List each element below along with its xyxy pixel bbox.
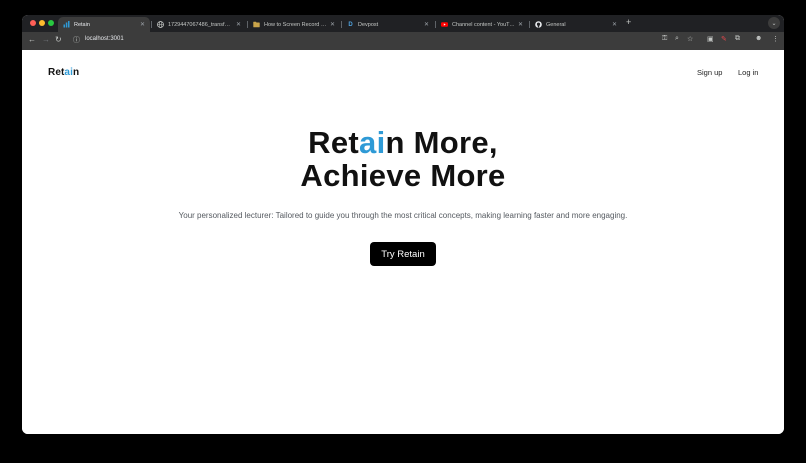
tab-devpost[interactable]: D Devpost ✕ <box>342 17 434 32</box>
tab-youtube-studio[interactable]: Channel content - YouTube St ✕ <box>436 17 528 32</box>
tab-close-icon[interactable]: ✕ <box>330 21 335 28</box>
try-retain-button[interactable]: Try Retain <box>370 242 436 266</box>
bar-chart-icon <box>63 21 70 28</box>
tab-title: How to Screen Record on Ma <box>264 21 327 28</box>
browser-window: Retain ✕ 1729447067486_transforme ✕ How … <box>22 15 784 434</box>
hero-title-text-end: n More, <box>385 125 498 160</box>
extensions-puzzle-icon[interactable]: ⧉ <box>735 35 740 43</box>
globe-icon <box>157 21 164 28</box>
tab-title: Devpost <box>358 21 379 28</box>
tab-title: Retain <box>74 21 90 28</box>
hero-title-line-2: Achieve More <box>300 158 506 193</box>
key-icon[interactable]: ⚿ <box>662 35 667 43</box>
tab-screen-record[interactable]: How to Screen Record on Ma ✕ <box>248 17 340 32</box>
zoom-icon[interactable]: ⌕ <box>675 35 679 43</box>
reload-icon[interactable]: ↻ <box>55 35 62 44</box>
url-text[interactable]: localhost:3001 <box>85 36 124 42</box>
tab-strip: Retain ✕ 1729447067486_transforme ✕ How … <box>22 15 784 32</box>
browser-toolbar: ← → ↻ ⓘ localhost:3001 ⚿ ⌕ ☆ ▣ ✎ ⧉ ☻ ⋮ <box>22 32 784 50</box>
more-menu-icon[interactable]: ⋮ <box>772 35 779 43</box>
hero-title-accent: ai <box>359 125 386 160</box>
new-tab-button[interactable]: + <box>626 17 631 27</box>
hero-title-line-1: Retain More, <box>22 126 784 159</box>
forward-arrow-icon[interactable]: → <box>42 35 50 44</box>
logo-accent: ai <box>64 67 73 78</box>
hero-subtitle: Your personalized lecturer: Tailored to … <box>178 211 628 220</box>
tab-close-icon[interactable]: ✕ <box>518 21 523 28</box>
signup-link[interactable]: Sign up <box>697 68 722 77</box>
minimize-window-button[interactable] <box>39 20 45 26</box>
page-content: Retain Sign up Log in Retain More, Achie… <box>22 50 784 434</box>
address-bar[interactable]: ⓘ localhost:3001 <box>68 35 698 47</box>
login-link[interactable]: Log in <box>738 68 758 77</box>
tab-title: 1729447067486_transforme <box>168 21 233 28</box>
devpost-icon: D <box>348 21 353 28</box>
back-arrow-icon[interactable]: ← <box>28 35 36 44</box>
site-info-icon[interactable]: ⓘ <box>73 35 80 45</box>
hero-title-text: Ret <box>308 125 360 160</box>
tab-close-icon[interactable]: ✕ <box>236 21 241 28</box>
hero-title: Retain More, Achieve More <box>22 126 784 192</box>
tab-search-chevron-icon[interactable]: ⌄ <box>768 17 780 29</box>
extension-square-icon[interactable]: ▣ <box>707 35 714 43</box>
logo-text: Ret <box>48 67 65 78</box>
close-window-button[interactable] <box>30 20 36 26</box>
tab-general[interactable]: General ✕ <box>530 17 622 32</box>
youtube-icon <box>441 21 448 28</box>
tab-close-icon[interactable]: ✕ <box>612 21 617 28</box>
profile-icon[interactable]: ☻ <box>755 35 762 42</box>
tab-title: Channel content - YouTube St <box>452 21 515 28</box>
maximize-window-button[interactable] <box>48 20 54 26</box>
logo-text-end: n <box>72 67 80 78</box>
tab-transformer[interactable]: 1729447067486_transforme ✕ <box>152 17 246 32</box>
tab-close-icon[interactable]: ✕ <box>424 21 429 28</box>
tab-title: General <box>546 21 566 28</box>
bookmark-star-icon[interactable]: ☆ <box>687 35 693 43</box>
extension-red-icon[interactable]: ✎ <box>721 35 727 43</box>
logo[interactable]: Retain <box>48 67 79 78</box>
tab-retain[interactable]: Retain ✕ <box>58 17 150 32</box>
folder-icon <box>253 21 260 28</box>
github-icon <box>535 21 542 28</box>
tab-close-icon[interactable]: ✕ <box>140 21 145 28</box>
